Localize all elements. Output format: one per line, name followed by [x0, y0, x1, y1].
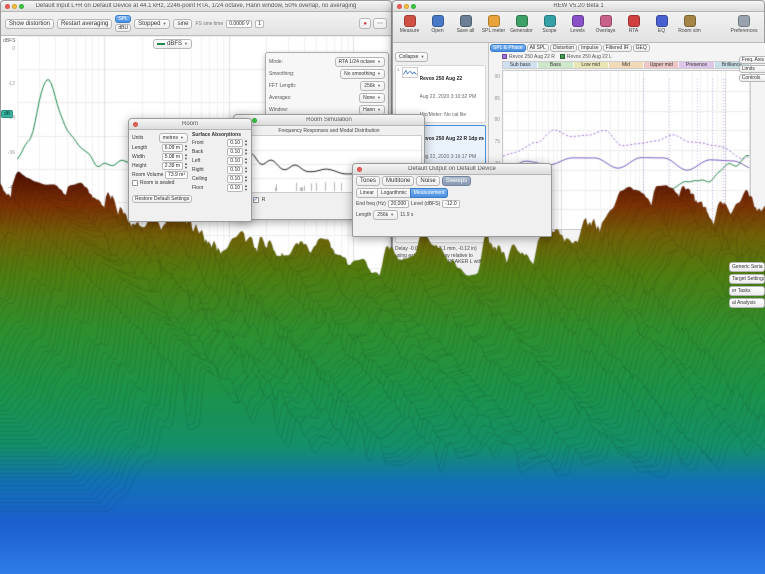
tab-noise[interactable]: Noise: [416, 176, 439, 186]
floor-label: Floor: [192, 185, 203, 191]
front-absorption-field[interactable]: 0.10: [227, 139, 243, 147]
signal-tabs: Tones Multitone Noise Sweeps: [353, 175, 551, 187]
sweep-fields-row: End freq (Hz) 20,000 Level (dBFS) -12.0: [353, 199, 551, 209]
tab-sweeps[interactable]: Sweeps: [442, 176, 471, 186]
mode-linear[interactable]: Linear: [356, 188, 378, 198]
output-title: Default Output on Default Device: [379, 166, 525, 172]
mode-measurement[interactable]: Measurement: [410, 188, 449, 198]
surface-absorptions-title: Surface Absorptions: [192, 132, 248, 138]
left-label: Left: [192, 158, 200, 164]
chevron-down-icon: ▼: [180, 136, 184, 140]
eq-generic-serial-button[interactable]: Generic Seria: [729, 262, 765, 272]
stepper-icon[interactable]: ▲▼: [244, 148, 248, 155]
ceiling-label: Ceiling: [192, 176, 207, 182]
width-field[interactable]: 5.08 m: [162, 153, 183, 161]
room-dialog-title: Room: [155, 121, 225, 127]
room-volume-value: 73.9 m³: [165, 171, 188, 179]
stepper-icon[interactable]: ▲▼: [244, 184, 248, 191]
mode-logarithmic[interactable]: Logarithmic: [377, 188, 411, 198]
target-settings-button[interactable]: Target Settings: [729, 274, 765, 284]
room-sealed-checkbox[interactable]: [132, 180, 138, 186]
units-select[interactable]: metres▼: [159, 133, 188, 143]
surface-absorptions-column: Surface Absorptions Front 0.10▲▼ Back 0.…: [192, 132, 248, 205]
back-label: Back: [192, 149, 203, 155]
sweep-mode-segmented: Linear Logarithmic Measurement: [356, 188, 448, 198]
length-field[interactable]: 6.09 m: [162, 144, 183, 152]
stepper-icon[interactable]: ▲▼: [184, 144, 188, 151]
ceiling-absorption-field[interactable]: 0.10: [227, 175, 243, 183]
room-dialog: Room Units metres▼ Length 6.09 m▲▼ Width…: [128, 118, 252, 222]
height-field[interactable]: 2.39 m: [162, 162, 183, 170]
back-absorption-row: Back 0.10▲▼: [192, 148, 248, 156]
room-sealed-label: Room is sealed: [140, 180, 174, 186]
restore-defaults-button[interactable]: Restore Default Settings: [132, 195, 192, 203]
right-absorption-row: Right 0.10▲▼: [192, 166, 248, 174]
room-sim-graph-title: Frequency Responses and Modal Distributi…: [234, 128, 424, 134]
sweep-mode-row: Linear Logarithmic Measurement: [353, 187, 551, 199]
floor-absorption-row: Floor 0.10▲▼: [192, 184, 248, 192]
tab-tones[interactable]: Tones: [356, 176, 380, 186]
floor-absorption-field[interactable]: 0.10: [227, 184, 243, 192]
front-label: Front: [192, 140, 204, 146]
room-dialog-body: Units metres▼ Length 6.09 m▲▼ Width 5.08…: [129, 130, 251, 207]
sweep-length-row: Length 256k▼ 11.9 s: [353, 209, 551, 221]
room-dialog-titlebar[interactable]: Room: [129, 119, 251, 130]
right-absorption-field[interactable]: 0.10: [227, 166, 243, 174]
tab-multitone[interactable]: Multitone: [382, 176, 414, 186]
units-label: Units: [132, 135, 143, 141]
chevron-down-icon: ▼: [390, 213, 394, 217]
waterfall-plot[interactable]: [0, 0, 765, 574]
modal-analysis-button[interactable]: al Analysis: [729, 298, 765, 308]
right-speaker-checkbox[interactable]: ✓: [253, 197, 259, 203]
sweep-duration: 11.9 s: [400, 212, 413, 218]
room-volume-row: Room Volume 73.9 m³: [132, 171, 188, 179]
stepper-icon[interactable]: ▲▼: [184, 153, 188, 160]
length-label: Length: [132, 145, 147, 151]
left-absorption-row: Left 0.10▲▼: [192, 157, 248, 165]
end-freq-label: End freq (Hz): [356, 201, 386, 207]
room-sim-title: Room Simulation: [260, 117, 398, 123]
front-absorption-row: Front 0.10▲▼: [192, 139, 248, 147]
level-field[interactable]: -12.0: [442, 200, 459, 208]
height-row: Height 2.39 m▲▼: [132, 162, 188, 170]
room-dimensions-column: Units metres▼ Length 6.09 m▲▼ Width 5.08…: [132, 132, 188, 205]
length-row: Length 6.09 m▲▼: [132, 144, 188, 152]
left-absorption-field[interactable]: 0.10: [227, 157, 243, 165]
output-generator-window: Default Output on Default Device Tones M…: [352, 163, 552, 237]
room-sim-titlebar[interactable]: Room Simulation: [234, 115, 424, 126]
back-absorption-field[interactable]: 0.10: [227, 148, 243, 156]
length-label: Length: [356, 212, 371, 218]
stepper-icon[interactable]: ▲▼: [244, 139, 248, 146]
end-freq-field[interactable]: 20,000: [388, 200, 409, 208]
close-icon[interactable]: [357, 167, 362, 172]
stepper-icon[interactable]: ▲▼: [244, 175, 248, 182]
output-titlebar[interactable]: Default Output on Default Device: [353, 164, 551, 175]
zoom-icon[interactable]: [252, 118, 257, 123]
right-label: Right: [192, 167, 204, 173]
width-row: Width 5.08 m▲▼: [132, 153, 188, 161]
width-label: Width: [132, 154, 145, 160]
ceiling-absorption-row: Ceiling 0.10▲▼: [192, 175, 248, 183]
filter-tasks-button[interactable]: er Tasks: [729, 286, 765, 296]
units-row: Units metres▼: [132, 133, 188, 143]
right-speaker-label: R: [262, 197, 266, 203]
stepper-icon[interactable]: ▲▼: [184, 162, 188, 169]
room-volume-label: Room Volume: [132, 172, 163, 178]
traffic-lights: [133, 122, 138, 127]
stepper-icon[interactable]: ▲▼: [244, 157, 248, 164]
eq-window-fragment: Generic Seria Target Settings er Tasks a…: [729, 262, 765, 308]
traffic-lights: [357, 167, 362, 172]
length-select[interactable]: 256k▼: [373, 210, 398, 220]
level-label: Level (dBFS): [411, 201, 440, 207]
height-label: Height: [132, 163, 146, 169]
sealed-row: Room is sealed: [132, 180, 188, 186]
close-icon[interactable]: [133, 122, 138, 127]
stepper-icon[interactable]: ▲▼: [244, 166, 248, 173]
